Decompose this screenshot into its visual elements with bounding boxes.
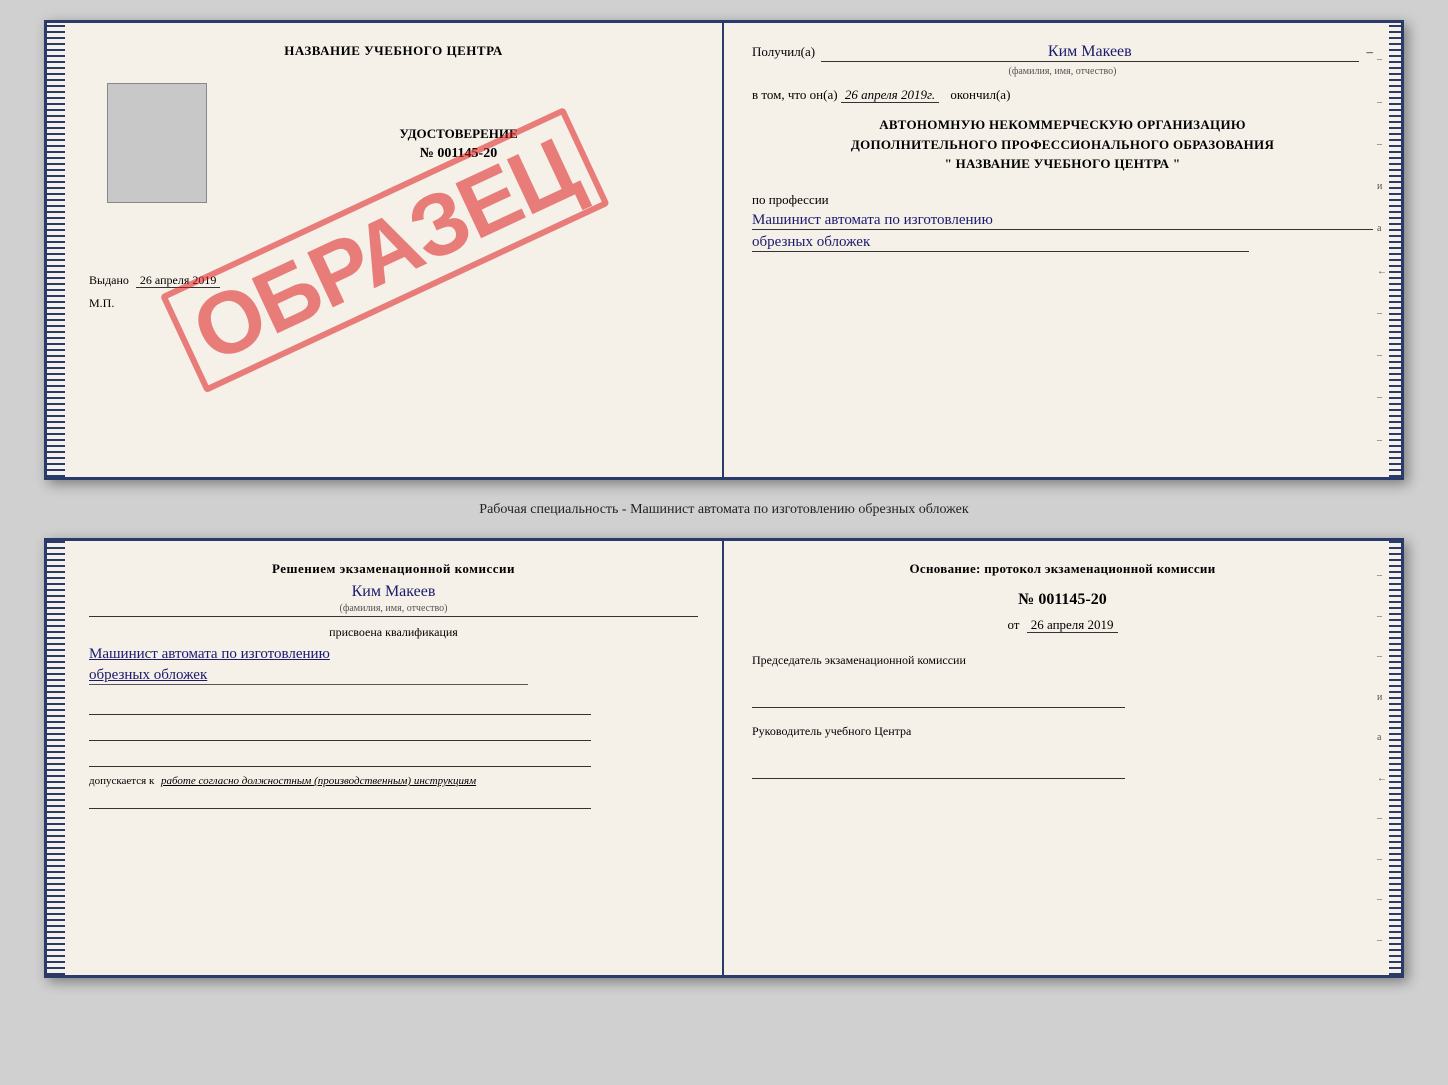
qualification-label: присвоена квалификация [89, 625, 698, 640]
chairman-sig-line [752, 690, 1125, 708]
chairman-block: Председатель экзаменационной комиссии [752, 653, 1373, 708]
side-dashes: – – – и а ← – – – – [1377, 23, 1387, 477]
basis-title: Основание: протокол экзаменационной коми… [752, 561, 1373, 577]
protocol-date: от 26 апреля 2019 [752, 617, 1373, 633]
caption-text: Рабочая специальность - Машинист автомат… [479, 502, 968, 518]
director-label: Руководитель учебного Центра [752, 724, 1373, 739]
blank-line-4 [89, 791, 591, 809]
org-block: АВТОНОМНУЮ НЕКОММЕРЧЕСКУЮ ОРГАНИЗАЦИЮ ДО… [752, 115, 1373, 174]
fio-subtext-top: (фамилия, имя, отчество) [752, 66, 1373, 77]
cert-number: № 001145-20 [420, 146, 497, 162]
org-line3: " НАЗВАНИЕ УЧЕБНОГО ЦЕНТРА " [752, 154, 1373, 174]
bottom-right-page: Основание: протокол экзаменационной коми… [724, 541, 1401, 975]
allowed-work-italic: работе согласно должностным (производств… [161, 775, 476, 787]
date-suffix: окончил(а) [950, 87, 1010, 102]
school-title: НАЗВАНИЕ УЧЕБНОГО ЦЕНТРА [89, 43, 698, 59]
date-line: в том, что он(а) 26 апреля 2019г. окончи… [752, 87, 1373, 103]
qualification-line2: обрезных обложек [89, 667, 528, 685]
top-left-page: НАЗВАНИЕ УЧЕБНОГО ЦЕНТРА УДОСТОВЕРЕНИЕ №… [47, 23, 724, 477]
issued-date: 26 апреля 2019 [136, 273, 220, 288]
bottom-left-page: Решением экзаменационной комиссии Ким Ма… [47, 541, 724, 975]
protocol-date-prefix: от [1007, 617, 1019, 632]
allowed-work-text: допускается к работе согласно должностны… [89, 775, 698, 787]
protocol-date-value: 26 апреля 2019 [1027, 617, 1118, 633]
commission-fio-subtext: (фамилия, имя, отчество) [89, 603, 698, 617]
bottom-document-spread: Решением экзаменационной комиссии Ким Ма… [44, 538, 1404, 978]
issued-line: Выдано 26 апреля 2019 [89, 273, 698, 288]
chairman-label: Председатель экзаменационной комиссии [752, 653, 1373, 668]
date-value: 26 апреля 2019г. [841, 87, 939, 103]
right-side-dashes: – – – и а ← – – – – [1377, 541, 1387, 975]
issued-label: Выдано [89, 273, 129, 287]
allowed-prefix: допускается к [89, 775, 154, 787]
director-block: Руководитель учебного Центра [752, 724, 1373, 779]
blank-line-2 [89, 723, 591, 741]
recipient-label: Получил(а) [752, 44, 815, 60]
profession-name-line2: обрезных обложек [752, 234, 1249, 252]
protocol-number: № 001145-20 [752, 591, 1373, 609]
org-line1: АВТОНОМНУЮ НЕКОММЕРЧЕСКУЮ ОРГАНИЗАЦИЮ [752, 115, 1373, 135]
director-sig-line [752, 761, 1125, 779]
cert-title: УДОСТОВЕРЕНИЕ [399, 126, 517, 142]
top-right-page: Получил(а) Ким Макеев – (фамилия, имя, о… [724, 23, 1401, 477]
photo-placeholder [107, 83, 207, 203]
top-document-spread: НАЗВАНИЕ УЧЕБНОГО ЦЕНТРА УДОСТОВЕРЕНИЕ №… [44, 20, 1404, 480]
mp-label: М.П. [89, 296, 698, 311]
blank-line-3 [89, 749, 591, 767]
org-line2: ДОПОЛНИТЕЛЬНОГО ПРОФЕССИОНАЛЬНОГО ОБРАЗО… [752, 135, 1373, 155]
profession-name-line1: Машинист автомата по изготовлению [752, 212, 1373, 230]
blank-line-1 [89, 697, 591, 715]
date-prefix: в том, что он(а) [752, 87, 838, 102]
recipient-line: Получил(а) Ким Макеев – [752, 43, 1373, 62]
recipient-name: Ким Макеев [821, 43, 1358, 62]
commission-title: Решением экзаменационной комиссии [89, 561, 698, 577]
profession-label: по профессии [752, 192, 1373, 208]
commission-person-name: Ким Макеев [89, 583, 698, 601]
qualification-line1: Машинист автомата по изготовлению [89, 646, 698, 663]
